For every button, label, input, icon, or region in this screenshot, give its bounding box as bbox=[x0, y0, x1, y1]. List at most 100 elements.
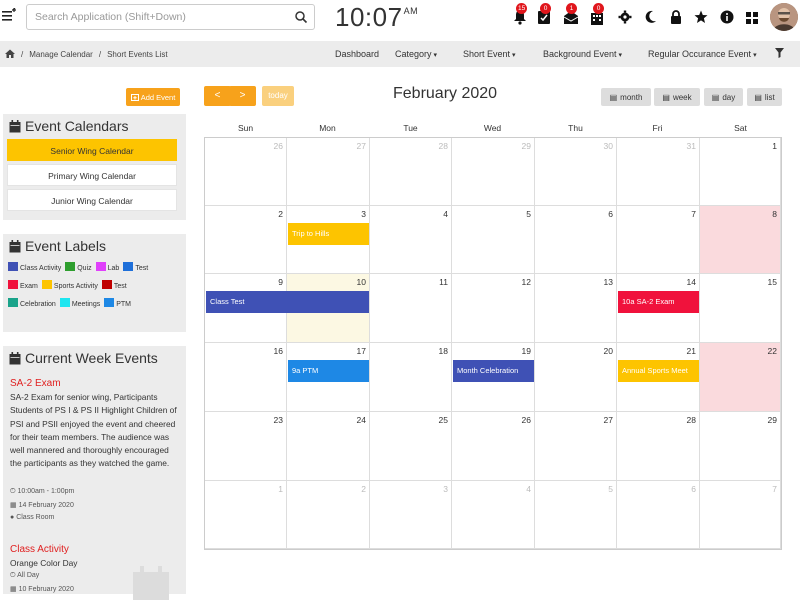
day-number[interactable]: 20 bbox=[604, 346, 613, 356]
prev-month-button[interactable]: < bbox=[204, 86, 231, 106]
search-input[interactable]: Search Application (Shift+Down) bbox=[26, 4, 315, 30]
day-number[interactable]: 1 bbox=[278, 484, 283, 494]
star-icon[interactable] bbox=[694, 9, 710, 25]
info-icon[interactable] bbox=[720, 9, 736, 25]
day-number[interactable]: 25 bbox=[439, 415, 448, 425]
view-month-button[interactable]: ▤ month bbox=[601, 88, 651, 106]
day-number[interactable]: 2 bbox=[278, 209, 283, 219]
day-cell[interactable]: 1 bbox=[205, 481, 287, 549]
calendar-junior-wing[interactable]: Junior Wing Calendar bbox=[7, 189, 177, 211]
day-cell[interactable]: 13 bbox=[535, 274, 617, 343]
day-cell[interactable]: 27 bbox=[535, 412, 617, 481]
day-cell[interactable]: 26 bbox=[452, 412, 535, 481]
day-number[interactable]: 17 bbox=[357, 346, 366, 356]
day-cell[interactable]: 2 bbox=[287, 481, 370, 549]
day-number[interactable]: 12 bbox=[522, 277, 531, 287]
day-cell[interactable]: 29 bbox=[700, 412, 781, 481]
day-cell[interactable]: 3 bbox=[370, 481, 452, 549]
label-ptm[interactable]: PTM bbox=[104, 298, 131, 308]
day-cell[interactable]: 8 bbox=[700, 206, 781, 274]
view-week-button[interactable]: ▤ week bbox=[654, 88, 700, 106]
day-number[interactable]: 4 bbox=[526, 484, 531, 494]
day-cell[interactable]: 28 bbox=[617, 412, 700, 481]
today-button[interactable]: today bbox=[262, 86, 294, 106]
calendar-senior-wing[interactable]: Senior Wing Calendar bbox=[7, 139, 177, 161]
lock-icon[interactable] bbox=[669, 9, 685, 25]
day-cell[interactable]: 25 bbox=[370, 412, 452, 481]
day-cell[interactable]: 4 bbox=[370, 206, 452, 274]
day-number[interactable]: 3 bbox=[361, 209, 366, 219]
add-event-button[interactable]: Add Event bbox=[126, 88, 180, 106]
day-cell[interactable]: 12 bbox=[452, 274, 535, 343]
nav-dashboard[interactable]: Dashboard bbox=[335, 49, 379, 59]
day-number[interactable]: 7 bbox=[691, 209, 696, 219]
day-cell[interactable]: 24 bbox=[287, 412, 370, 481]
mail-icon[interactable]: 1 bbox=[563, 3, 579, 25]
clipboard-icon[interactable]: 0 bbox=[537, 3, 553, 25]
day-cell[interactable]: 28 bbox=[370, 138, 452, 206]
day-cell[interactable]: 7 bbox=[617, 206, 700, 274]
day-cell[interactable]: 22 bbox=[700, 343, 781, 412]
day-cell[interactable]: 27 bbox=[287, 138, 370, 206]
next-month-button[interactable]: > bbox=[229, 86, 256, 106]
day-number[interactable]: 18 bbox=[439, 346, 448, 356]
day-number[interactable]: 9 bbox=[278, 277, 283, 287]
day-cell[interactable]: 6 bbox=[617, 481, 700, 549]
bell-icon[interactable]: 15 bbox=[513, 3, 529, 25]
event-trip-to-hills[interactable]: Trip to Hills bbox=[288, 223, 369, 245]
day-number[interactable]: 29 bbox=[522, 141, 531, 151]
day-cell[interactable]: 18 bbox=[370, 343, 452, 412]
day-number[interactable]: 3 bbox=[443, 484, 448, 494]
event-class-test[interactable]: Class Test bbox=[206, 291, 369, 313]
event-annual-sports-meet[interactable]: Annual Sports Meet bbox=[618, 360, 699, 382]
moon-icon[interactable] bbox=[644, 9, 660, 25]
menu-toggle-icon[interactable] bbox=[2, 7, 16, 26]
day-number[interactable]: 5 bbox=[526, 209, 531, 219]
label-sports-activity[interactable]: Sports Activity bbox=[41, 280, 98, 290]
day-number[interactable]: 24 bbox=[357, 415, 366, 425]
nav-background-event[interactable]: Background Event ▾ bbox=[543, 49, 622, 59]
event-sa2-exam[interactable]: 10a SA-2 Exam bbox=[618, 291, 699, 313]
day-number[interactable]: 26 bbox=[522, 415, 531, 425]
day-number[interactable]: 6 bbox=[608, 209, 613, 219]
day-number[interactable]: 16 bbox=[274, 346, 283, 356]
day-cell[interactable]: 29 bbox=[452, 138, 535, 206]
nav-regular-event[interactable]: Regular Occurance Event ▾ bbox=[648, 49, 757, 59]
search-icon[interactable] bbox=[294, 8, 308, 31]
day-cell[interactable]: 30 bbox=[535, 138, 617, 206]
label-class-activity[interactable]: Class Activity bbox=[8, 262, 61, 272]
label-celebration[interactable]: Celebration bbox=[8, 298, 56, 308]
label-meetings[interactable]: Meetings bbox=[59, 298, 100, 308]
day-number[interactable]: 27 bbox=[604, 415, 613, 425]
day-number[interactable]: 31 bbox=[687, 141, 696, 151]
day-cell[interactable]: 4 bbox=[452, 481, 535, 549]
week-event-title[interactable]: SA-2 Exam bbox=[10, 378, 61, 389]
event-month-celebration[interactable]: Month Celebration bbox=[453, 360, 534, 382]
label-quiz[interactable]: Quiz bbox=[65, 262, 92, 272]
day-cell[interactable]: 31 bbox=[617, 138, 700, 206]
day-cell[interactable]: 15 bbox=[700, 274, 781, 343]
day-number[interactable]: 6 bbox=[691, 484, 696, 494]
day-number[interactable]: 10 bbox=[357, 277, 366, 287]
grid-apps-icon[interactable] bbox=[745, 9, 761, 25]
day-cell[interactable]: 23 bbox=[205, 412, 287, 481]
day-cell[interactable]: 5 bbox=[535, 481, 617, 549]
label-test[interactable]: Test bbox=[123, 262, 148, 272]
day-cell[interactable]: 1 bbox=[700, 138, 781, 206]
day-number[interactable]: 14 bbox=[687, 277, 696, 287]
nav-category[interactable]: Category ▾ bbox=[395, 49, 437, 59]
day-number[interactable]: 7 bbox=[772, 484, 777, 494]
user-avatar[interactable] bbox=[770, 3, 798, 31]
calendar-primary-wing[interactable]: Primary Wing Calendar bbox=[7, 164, 177, 186]
day-number[interactable]: 23 bbox=[274, 415, 283, 425]
breadcrumb-manage-calendar[interactable]: Manage Calendar bbox=[29, 50, 93, 59]
label-exam[interactable]: Exam bbox=[8, 280, 38, 290]
label-lab[interactable]: Lab bbox=[95, 262, 119, 272]
day-cell[interactable]: 16 bbox=[205, 343, 287, 412]
day-number[interactable]: 28 bbox=[687, 415, 696, 425]
filter-icon[interactable] bbox=[775, 48, 784, 60]
day-cell[interactable]: 11 bbox=[370, 274, 452, 343]
day-number[interactable]: 4 bbox=[443, 209, 448, 219]
gear-icon[interactable] bbox=[618, 9, 634, 25]
building-icon[interactable]: 0 bbox=[590, 3, 606, 25]
